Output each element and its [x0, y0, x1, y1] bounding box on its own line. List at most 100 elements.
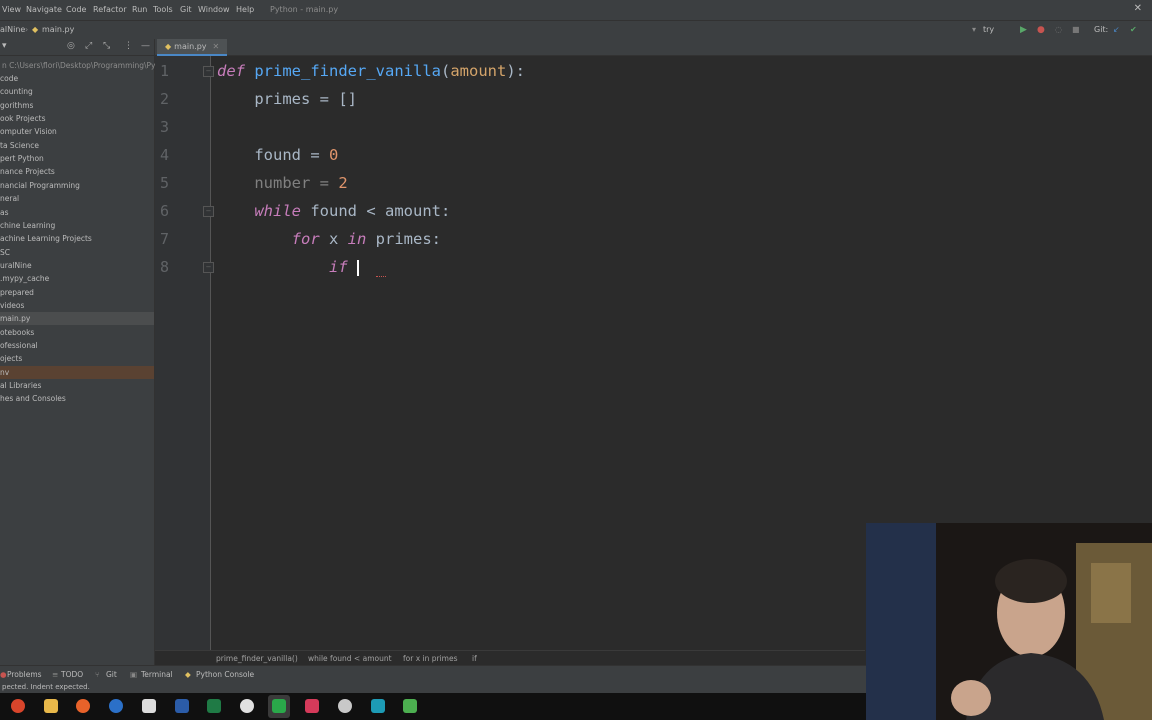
tree-item[interactable]: ojects	[0, 352, 154, 365]
tree-item[interactable]: as	[0, 206, 154, 219]
tree-item[interactable]: SC	[0, 246, 154, 259]
window-title: Python - main.py	[270, 5, 339, 14]
tree-item[interactable]: chine Learning	[0, 219, 154, 232]
menu-view[interactable]: View	[2, 5, 21, 14]
tree-item[interactable]: nancial Programming	[0, 179, 154, 192]
editor-gutter: 1 2 3 4 5 6 7 8 − − −	[155, 56, 214, 650]
pycharm-icon[interactable]	[272, 699, 286, 713]
nav-project[interactable]: alNine	[0, 25, 25, 34]
hide-icon[interactable]: —	[141, 41, 150, 51]
tree-item[interactable]: prepared	[0, 286, 154, 299]
git-label: Git:	[1094, 25, 1109, 34]
code-line-5: number = 2	[254, 174, 348, 192]
menu-help[interactable]: Help	[236, 5, 254, 14]
tree-item[interactable]: code	[0, 72, 154, 85]
tree-item[interactable]: ofessional	[0, 339, 154, 352]
tool-python-console[interactable]: Python Console	[196, 670, 254, 679]
status-message: pected. Indent expected.	[2, 683, 90, 691]
tab-main-py[interactable]: ◆ main.py ✕	[157, 39, 228, 56]
git-update-icon[interactable]: ↙	[1113, 25, 1120, 34]
menu-git[interactable]: Git	[180, 5, 192, 14]
tree-item[interactable]: omputer Vision	[0, 125, 154, 138]
line-number: 2	[159, 90, 169, 108]
tool-problems[interactable]: Problems	[7, 670, 42, 679]
word-icon[interactable]	[175, 699, 189, 713]
coverage-icon[interactable]: ◌	[1055, 25, 1062, 34]
close-icon[interactable]: ✕	[1134, 3, 1142, 14]
expand-icon[interactable]: ⤢	[85, 41, 92, 51]
breadcrumb-item[interactable]: while found < amount	[308, 654, 392, 663]
stop-icon[interactable]: ■	[1072, 25, 1080, 34]
jetbrains-icon[interactable]	[305, 699, 319, 713]
app-icon[interactable]	[11, 699, 25, 713]
line-number: 4	[159, 146, 169, 164]
locate-icon[interactable]: ◎	[67, 41, 75, 51]
tool-git[interactable]: Git	[106, 670, 117, 679]
code-line-4: found = 0	[254, 146, 339, 164]
tree-item[interactable]: uralNine	[0, 259, 154, 272]
tree-item[interactable]: pert Python	[0, 152, 154, 165]
project-root-path[interactable]: n C:\Users\flori\Desktop\Programming\Pyt	[0, 59, 158, 72]
run-config-icon: ▾	[972, 25, 977, 34]
browser-icon[interactable]	[109, 699, 123, 713]
menu-navigate[interactable]: Navigate	[26, 5, 62, 14]
code-line-8: if	[217, 258, 359, 276]
tree-item[interactable]: videos	[0, 299, 154, 312]
line-number: 1	[159, 62, 169, 80]
project-panel: ▾ ◎ ⤢ ⤡ ⋮ — n C:\Users\flori\Desktop\Pro…	[0, 39, 158, 665]
obs-icon[interactable]	[240, 699, 254, 713]
nav-file[interactable]: main.py	[42, 25, 74, 34]
tree-item[interactable]: counting	[0, 85, 154, 98]
tree-item[interactable]: nance Projects	[0, 165, 154, 178]
app-n-icon[interactable]	[142, 699, 156, 713]
code-line-1: def prime_finder_vanilla(amount):	[217, 62, 525, 80]
settings-icon[interactable]	[338, 699, 352, 713]
line-number: 8	[159, 258, 169, 276]
tree-item[interactable]: al Libraries	[0, 379, 154, 392]
tool-terminal[interactable]: Terminal	[141, 670, 173, 679]
menu-tools[interactable]: Tools	[153, 5, 173, 14]
breadcrumb-item[interactable]: for x in primes	[403, 654, 458, 663]
tree-item[interactable]: ook Projects	[0, 112, 154, 125]
text-cursor	[357, 259, 359, 276]
webcam-overlay	[866, 523, 1152, 720]
file-explorer-icon[interactable]	[44, 699, 58, 713]
tree-item[interactable]: ta Science	[0, 139, 154, 152]
code-line-2: primes = []	[254, 90, 357, 108]
run-config-select[interactable]: try	[983, 25, 994, 34]
line-number: 5	[159, 174, 169, 192]
app-icon[interactable]	[371, 699, 385, 713]
debug-icon[interactable]: ●	[1037, 25, 1045, 35]
collapse-icon[interactable]: ⤡	[103, 41, 110, 51]
tab-label: main.py	[174, 42, 207, 51]
error-underline	[376, 274, 386, 277]
tree-item[interactable]: otebooks	[0, 326, 154, 339]
tree-item[interactable]: hes and Consoles	[0, 392, 154, 405]
code-line-6: while found < amount:	[254, 202, 451, 220]
menu-refactor[interactable]: Refactor	[93, 5, 127, 14]
dropdown-arrow-icon[interactable]: ▾	[2, 41, 7, 51]
chevron-right-icon: ›	[25, 25, 29, 34]
breadcrumb-item[interactable]: if	[472, 654, 477, 663]
firefox-icon[interactable]	[76, 699, 90, 713]
tree-item[interactable]: neral	[0, 192, 154, 205]
options-icon[interactable]: ⋮	[124, 41, 133, 51]
menu-run[interactable]: Run	[132, 5, 147, 14]
menu-window[interactable]: Window	[198, 5, 230, 14]
tree-item[interactable]: .mypy_cache	[0, 272, 154, 285]
run-icon[interactable]: ▶	[1020, 25, 1027, 35]
tree-item[interactable]: nv	[0, 365, 154, 379]
breadcrumb: prime_finder_vanilla() while found < amo…	[155, 650, 865, 666]
close-tab-icon[interactable]: ✕	[213, 42, 220, 51]
git-commit-icon[interactable]: ✔	[1130, 25, 1137, 34]
notepad-icon[interactable]	[403, 699, 417, 713]
menu-code[interactable]: Code	[66, 5, 86, 14]
tree-item[interactable]: main.py	[0, 312, 154, 326]
excel-icon[interactable]	[207, 699, 221, 713]
tree-item[interactable]: gorithms	[0, 99, 154, 112]
breadcrumb-item[interactable]: prime_finder_vanilla()	[216, 654, 298, 663]
line-number: 7	[159, 230, 169, 248]
todo-icon: ≡	[52, 670, 59, 679]
tool-todo[interactable]: TODO	[61, 670, 83, 679]
tree-item[interactable]: achine Learning Projects	[0, 232, 154, 245]
